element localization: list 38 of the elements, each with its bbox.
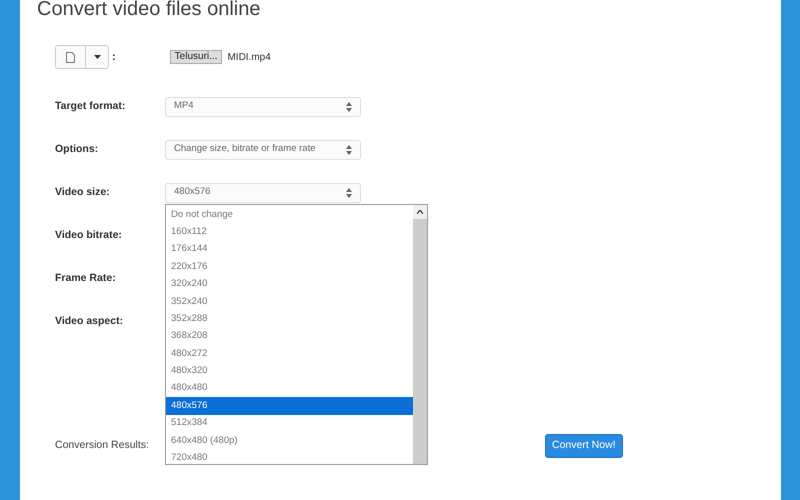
dropdown-option[interactable]: 176x144 bbox=[166, 240, 413, 258]
sort-arrows-icon bbox=[346, 102, 352, 112]
dropdown-option[interactable]: 368x208 bbox=[166, 328, 413, 346]
dropdown-option[interactable]: 512x384 bbox=[166, 414, 413, 432]
dropdown-option[interactable]: 480x576 bbox=[166, 397, 413, 415]
dropdown-option[interactable]: 640x480 (480p) bbox=[166, 432, 413, 450]
scroll-up-icon[interactable] bbox=[417, 210, 423, 214]
dropdown-option[interactable]: 480x272 bbox=[166, 345, 413, 363]
dropdown-option[interactable]: 480x480 bbox=[166, 380, 413, 398]
dropdown-option[interactable]: 160x112 bbox=[166, 223, 413, 241]
document-icon bbox=[66, 52, 75, 62]
dropdown-option[interactable]: 320x240 bbox=[166, 276, 413, 293]
dropdown-option[interactable]: 480x320 bbox=[166, 362, 413, 380]
field-label: Video size: bbox=[55, 184, 111, 200]
convert-button[interactable]: Convert Now! bbox=[545, 434, 623, 458]
field-label: Video aspect: bbox=[55, 314, 124, 329]
select-field[interactable]: 480x576 bbox=[165, 182, 361, 202]
field-label: Frame Rate: bbox=[55, 270, 117, 286]
dropdown-option[interactable]: 220x176 bbox=[166, 258, 413, 276]
sort-arrows-icon bbox=[346, 188, 352, 198]
results-label: Conversion Results: bbox=[55, 438, 150, 453]
field-label: Options: bbox=[55, 142, 100, 157]
colon-label: : bbox=[112, 50, 116, 65]
dropdown-option[interactable]: 352x240 bbox=[166, 292, 413, 310]
select-field[interactable]: MP4 bbox=[165, 96, 361, 116]
dropdown-option[interactable]: 720x480 bbox=[166, 449, 413, 464]
field-label: Target format: bbox=[55, 98, 126, 114]
file-menu-button[interactable] bbox=[55, 45, 109, 69]
scrollbar[interactable] bbox=[413, 205, 427, 464]
field-label: Video bitrate: bbox=[55, 228, 123, 243]
dropdown-option[interactable]: 352x288 bbox=[166, 310, 413, 328]
file-name: MIDI.mp4 bbox=[227, 50, 271, 64]
caret-icon bbox=[94, 55, 100, 59]
select-field[interactable]: Change size, bitrate or frame rate bbox=[165, 140, 361, 160]
dropdown-option[interactable]: Do not change bbox=[166, 206, 413, 224]
browse-button[interactable]: Telusuri... bbox=[170, 50, 222, 64]
page-title: Convert video files online bbox=[37, 0, 260, 20]
sort-arrows-icon bbox=[346, 144, 352, 154]
